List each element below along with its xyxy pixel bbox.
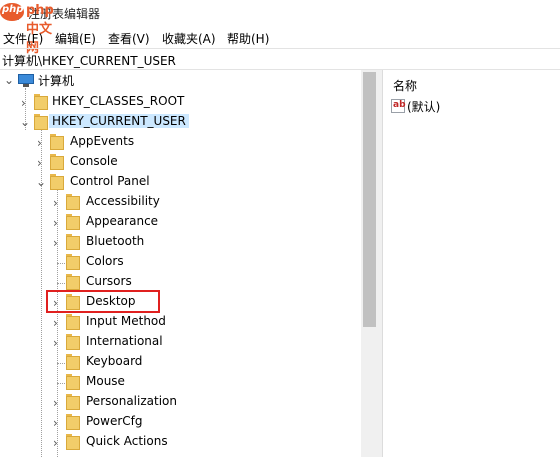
folder-icon <box>66 354 80 370</box>
tree-node-label: Accessibility <box>86 194 160 208</box>
chevron-right-icon[interactable]: › <box>21 96 31 110</box>
tree-node-console[interactable]: › Console <box>0 152 360 172</box>
tree-node-hkey-classes-root[interactable]: › HKEY_CLASSES_ROOT <box>0 92 360 112</box>
menu-favorites[interactable]: 收藏夹(A) <box>162 30 216 47</box>
chevron-right-icon[interactable]: › <box>53 236 63 250</box>
tree-node-label: AppEvents <box>70 134 135 148</box>
values-pane: 名称 ab (默认) <box>382 70 560 457</box>
folder-icon <box>50 174 64 190</box>
chevron-down-icon[interactable]: ⌄ <box>20 115 30 129</box>
folder-icon <box>34 114 48 130</box>
tree-node-colors[interactable]: Colors <box>0 252 360 272</box>
value-name: (默认) <box>407 100 441 114</box>
tree-node-label: PowerCfg <box>86 414 143 428</box>
computer-icon <box>18 74 34 87</box>
tree-node-quick-actions[interactable]: › Quick Actions <box>0 432 360 452</box>
chevron-right-icon[interactable]: › <box>53 196 63 210</box>
folder-icon <box>66 414 80 430</box>
php-watermark-logo: php php中文网 <box>0 0 56 56</box>
folder-icon <box>50 134 64 150</box>
desktop-highlight-box <box>46 290 160 313</box>
tree-node-personalization[interactable]: › Personalization <box>0 392 360 412</box>
tree-node-computer[interactable]: ⌄ 计算机 <box>0 70 360 90</box>
tree-node-appearance[interactable]: › Appearance <box>0 212 360 232</box>
chevron-right-icon[interactable]: › <box>53 336 63 350</box>
tree-node-label: Control Panel <box>70 174 150 188</box>
tree-node-label: Mouse <box>86 374 125 388</box>
menu-bar: 文件(F) 编辑(E) 查看(V) 收藏夹(A) 帮助(H) <box>0 27 560 47</box>
folder-icon <box>50 154 64 170</box>
string-value-icon: ab <box>391 99 406 113</box>
tree-node-accessibility[interactable]: › Accessibility <box>0 192 360 212</box>
tree-pane: ⌄ 计算机 › HKEY_CLASSES_ROOT ⌄ HKEY_CURRENT… <box>0 70 378 457</box>
address-path[interactable]: 计算机\HKEY_CURRENT_USER <box>2 52 176 69</box>
chevron-right-icon[interactable]: › <box>37 136 47 150</box>
tree-node-label: Colors <box>86 254 124 268</box>
chevron-right-icon[interactable]: › <box>53 216 63 230</box>
folder-icon <box>66 314 80 330</box>
menu-help[interactable]: 帮助(H) <box>227 30 269 47</box>
tree-node-control-panel[interactable]: ⌄ Control Panel <box>0 172 360 192</box>
menu-view[interactable]: 查看(V) <box>108 30 150 47</box>
folder-icon <box>66 394 80 410</box>
chevron-right-icon[interactable]: › <box>37 156 47 170</box>
tree-node-powercfg[interactable]: › PowerCfg <box>0 412 360 432</box>
tree-node-label: Appearance <box>86 214 159 228</box>
tree-scrollbar[interactable] <box>361 70 378 457</box>
tree-node-label: 计算机 <box>38 74 75 88</box>
menu-edit[interactable]: 编辑(E) <box>55 30 96 47</box>
tree-node-label: Keyboard <box>86 354 143 368</box>
folder-icon <box>66 254 80 270</box>
tree-node-label: Console <box>70 154 118 168</box>
tree-node-label: International <box>86 334 163 348</box>
chevron-right-icon[interactable]: › <box>53 436 63 450</box>
tree-node-hkey-current-user[interactable]: ⌄ HKEY_CURRENT_USER <box>0 112 360 132</box>
column-header-name[interactable]: 名称 <box>393 77 417 94</box>
tree-node-international[interactable]: › International <box>0 332 360 352</box>
chevron-down-icon[interactable]: ⌄ <box>36 175 46 189</box>
tree-node-label: Quick Actions <box>86 434 168 448</box>
tree-node-keyboard[interactable]: Keyboard <box>0 352 360 372</box>
tree-node-input-method[interactable]: › Input Method <box>0 312 360 332</box>
tree-node-label: HKEY_CURRENT_USER <box>49 114 189 128</box>
title-bar: 注册表编辑器 php php中文网 <box>0 0 560 56</box>
tree-node-mouse[interactable]: Mouse <box>0 372 360 392</box>
tree-node-appevents[interactable]: › AppEvents <box>0 132 360 152</box>
menu-file[interactable]: 文件(F) <box>3 30 43 47</box>
tree-node-label: Bluetooth <box>86 234 145 248</box>
chevron-right-icon[interactable]: › <box>53 316 63 330</box>
folder-icon <box>66 334 80 350</box>
tree-node-label: Personalization <box>86 394 177 408</box>
tree-node-label: Input Method <box>86 314 166 328</box>
folder-icon <box>66 434 80 450</box>
folder-icon <box>66 274 80 290</box>
scrollbar-thumb[interactable] <box>363 72 376 327</box>
chevron-down-icon[interactable]: ⌄ <box>4 73 14 87</box>
tree-node-label: HKEY_CLASSES_ROOT <box>52 94 185 108</box>
chevron-right-icon[interactable]: › <box>53 416 63 430</box>
address-bar[interactable]: 计算机\HKEY_CURRENT_USER <box>0 48 560 70</box>
tree-node-cursors[interactable]: Cursors <box>0 272 360 292</box>
chevron-right-icon[interactable]: › <box>53 396 63 410</box>
folder-icon <box>66 234 80 250</box>
folder-icon <box>66 374 80 390</box>
folder-icon <box>34 94 48 110</box>
folder-icon <box>66 214 80 230</box>
tree-node-label: Cursors <box>86 274 132 288</box>
folder-icon <box>66 194 80 210</box>
tree-node-bluetooth[interactable]: › Bluetooth <box>0 232 360 252</box>
